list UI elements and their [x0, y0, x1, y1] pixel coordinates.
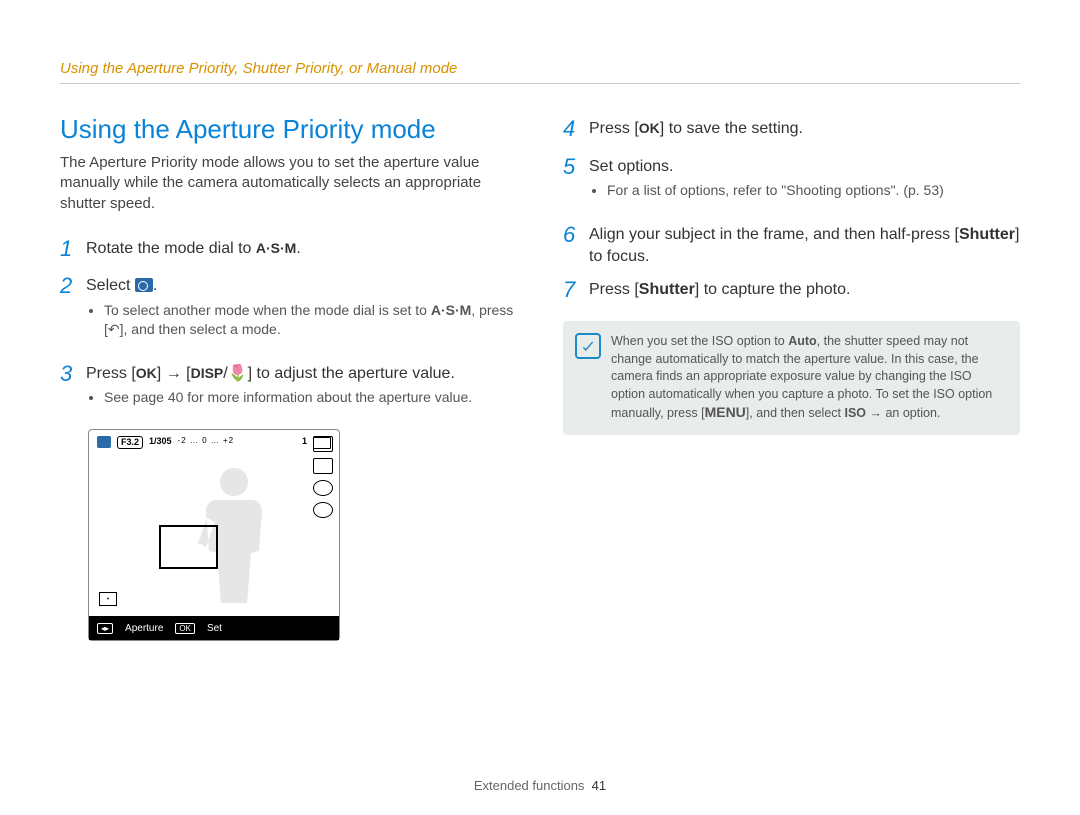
step-text: Press [OK] to save the setting.	[589, 114, 1020, 144]
intro-text: The Aperture Priority mode allows you to…	[60, 153, 517, 214]
macro-icon: 🌷	[228, 365, 248, 382]
asm-mode-icon: A·S·M	[431, 302, 471, 318]
step-text: Press [Shutter] to capture the photo.	[589, 275, 1020, 305]
bottom-label-left: Aperture	[125, 623, 163, 634]
step-text: Rotate the mode dial to	[86, 240, 256, 257]
page-number: 41	[592, 778, 606, 793]
step-6: 6 Align your subject in the frame, and t…	[563, 220, 1020, 267]
step-1: 1 Rotate the mode dial to A·S·M.	[60, 234, 517, 264]
breadcrumb: Using the Aperture Priority, Shutter Pri…	[60, 60, 1020, 84]
step-4: 4 Press [OK] to save the setting.	[563, 114, 1020, 144]
back-icon: ↶	[108, 321, 120, 337]
step-number: 7	[563, 275, 589, 305]
asm-mode-icon: A·S·M	[256, 240, 296, 256]
step-trail: .	[153, 277, 157, 294]
step-trail: .	[296, 240, 300, 257]
menu-icon: MENU	[705, 404, 746, 420]
shutter-label: Shutter	[959, 226, 1015, 243]
page-title: Using the Aperture Priority mode	[60, 114, 517, 145]
step-number: 6	[563, 220, 589, 267]
camera-lcd-preview: F3.2 1/305 -2 … 0 … +2 1 •	[88, 429, 340, 641]
step-number: 2	[60, 271, 86, 350]
flash-icon	[313, 480, 333, 496]
ok-button-icon: OK	[175, 623, 195, 634]
step-7: 7 Press [Shutter] to capture the photo.	[563, 275, 1020, 305]
ev-scale: -2 … 0 … +2	[178, 436, 235, 449]
bottom-label-right: Set	[207, 623, 222, 634]
step-number: 3	[60, 359, 86, 419]
shots-remaining: 1	[302, 436, 307, 449]
note-text: When you set the ISO option to Auto, the…	[611, 334, 992, 420]
page-footer: Extended functions 41	[0, 778, 1080, 793]
aperture-mode-icon	[135, 278, 153, 292]
step-sub: For a list of options, refer to "Shootin…	[607, 181, 1020, 200]
step-number: 4	[563, 114, 589, 144]
footer-section: Extended functions	[474, 778, 585, 793]
step-text: Select	[86, 277, 135, 294]
lcd-bottom-bar: ◂▸ Aperture OK Set	[89, 616, 339, 640]
step-5: 5 Set options. For a list of options, re…	[563, 152, 1020, 212]
nav-arrows-icon: ◂▸	[97, 623, 113, 634]
step-text: Press [OK] → [DISP/🌷] to adjust the aper…	[86, 365, 455, 382]
image-size-icon	[313, 436, 333, 452]
shutter-label: Shutter	[639, 281, 695, 298]
disp-icon: DISP	[191, 365, 224, 381]
quality-icon	[313, 458, 333, 474]
f-value: F3.2	[117, 436, 143, 449]
step-number: 5	[563, 152, 589, 212]
shutter-speed: 1/305	[149, 436, 172, 449]
metering-icon: •	[99, 592, 117, 606]
step-number: 1	[60, 234, 86, 264]
step-3: 3 Press [OK] → [DISP/🌷] to adjust the ap…	[60, 359, 517, 419]
ok-icon: OK	[639, 120, 660, 136]
focus-rectangle	[159, 525, 218, 569]
step-sub: See page 40 for more information about t…	[104, 388, 517, 407]
mode-indicator-icon	[97, 436, 111, 448]
step-2: 2 Select . To select another mode when t…	[60, 271, 517, 350]
step-sub: To select another mode when the mode dia…	[104, 301, 517, 339]
ok-icon: OK	[136, 365, 157, 381]
stabilizer-icon	[313, 502, 333, 518]
step-text: Align your subject in the frame, and the…	[589, 220, 1020, 267]
info-note: When you set the ISO option to Auto, the…	[563, 321, 1020, 435]
step-text: Set options.	[589, 158, 674, 175]
note-icon	[575, 333, 601, 359]
